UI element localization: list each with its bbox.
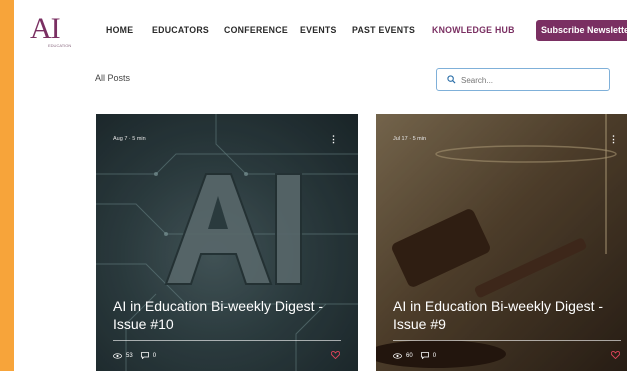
- nav-home[interactable]: HOME: [106, 25, 133, 36]
- post-card[interactable]: Aug 7 · 5 min ⋮ AI in Education Bi-weekl…: [96, 114, 358, 371]
- heart-icon[interactable]: [611, 351, 620, 359]
- more-options-icon[interactable]: ⋮: [609, 134, 618, 145]
- nav-knowledge-hub[interactable]: KNOWLEDGE HUB: [432, 25, 515, 36]
- comment-icon: [420, 352, 429, 359]
- post-date: Aug 7: [113, 136, 128, 142]
- post-card[interactable]: Jul 17 · 5 min ⋮ AI in Education Bi-week…: [376, 114, 627, 371]
- card-divider: [113, 340, 341, 341]
- search-box[interactable]: [436, 68, 610, 91]
- heart-icon[interactable]: [331, 351, 340, 359]
- post-stats: 60 0: [393, 352, 436, 359]
- post-read-time: 5 min: [412, 136, 427, 142]
- comment-count: 0: [432, 352, 437, 359]
- comment-icon: [140, 352, 149, 359]
- post-date: Jul 17: [393, 136, 408, 142]
- search-input[interactable]: [459, 72, 603, 89]
- logo-tagline: EDUCATION: [48, 43, 72, 48]
- page: AI EDUCATION HOME EDUCATORS CONFERENCE E…: [14, 0, 627, 371]
- post-stats: 53 0: [113, 352, 156, 359]
- post-meta: Aug 7 · 5 min: [113, 136, 146, 142]
- nav-events[interactable]: EVENTS: [300, 25, 337, 36]
- more-options-icon[interactable]: ⋮: [329, 134, 338, 145]
- nav-educators[interactable]: EDUCATORS: [152, 25, 209, 36]
- nav-conference[interactable]: CONFERENCE: [224, 25, 288, 36]
- view-count: 53: [126, 352, 133, 359]
- eye-icon: [393, 352, 402, 359]
- eye-icon: [113, 352, 122, 359]
- post-title[interactable]: AI in Education Bi-weekly Digest - Issue…: [393, 297, 627, 333]
- subscribe-newsletter-button[interactable]: Subscribe Newsletter: [536, 20, 627, 41]
- logo-letters: AI: [30, 12, 61, 45]
- comment-count: 0: [152, 352, 157, 359]
- search-icon: [447, 75, 456, 84]
- nav-past-events[interactable]: PAST EVENTS: [352, 25, 415, 36]
- card-divider: [393, 340, 621, 341]
- site-logo[interactable]: AI EDUCATION: [24, 12, 72, 48]
- all-posts-heading[interactable]: All Posts: [95, 73, 130, 83]
- view-count: 60: [406, 352, 413, 359]
- post-meta: Jul 17 · 5 min: [393, 136, 427, 142]
- post-read-time: 5 min: [132, 136, 146, 142]
- post-title[interactable]: AI in Education Bi-weekly Digest - Issue…: [113, 297, 348, 333]
